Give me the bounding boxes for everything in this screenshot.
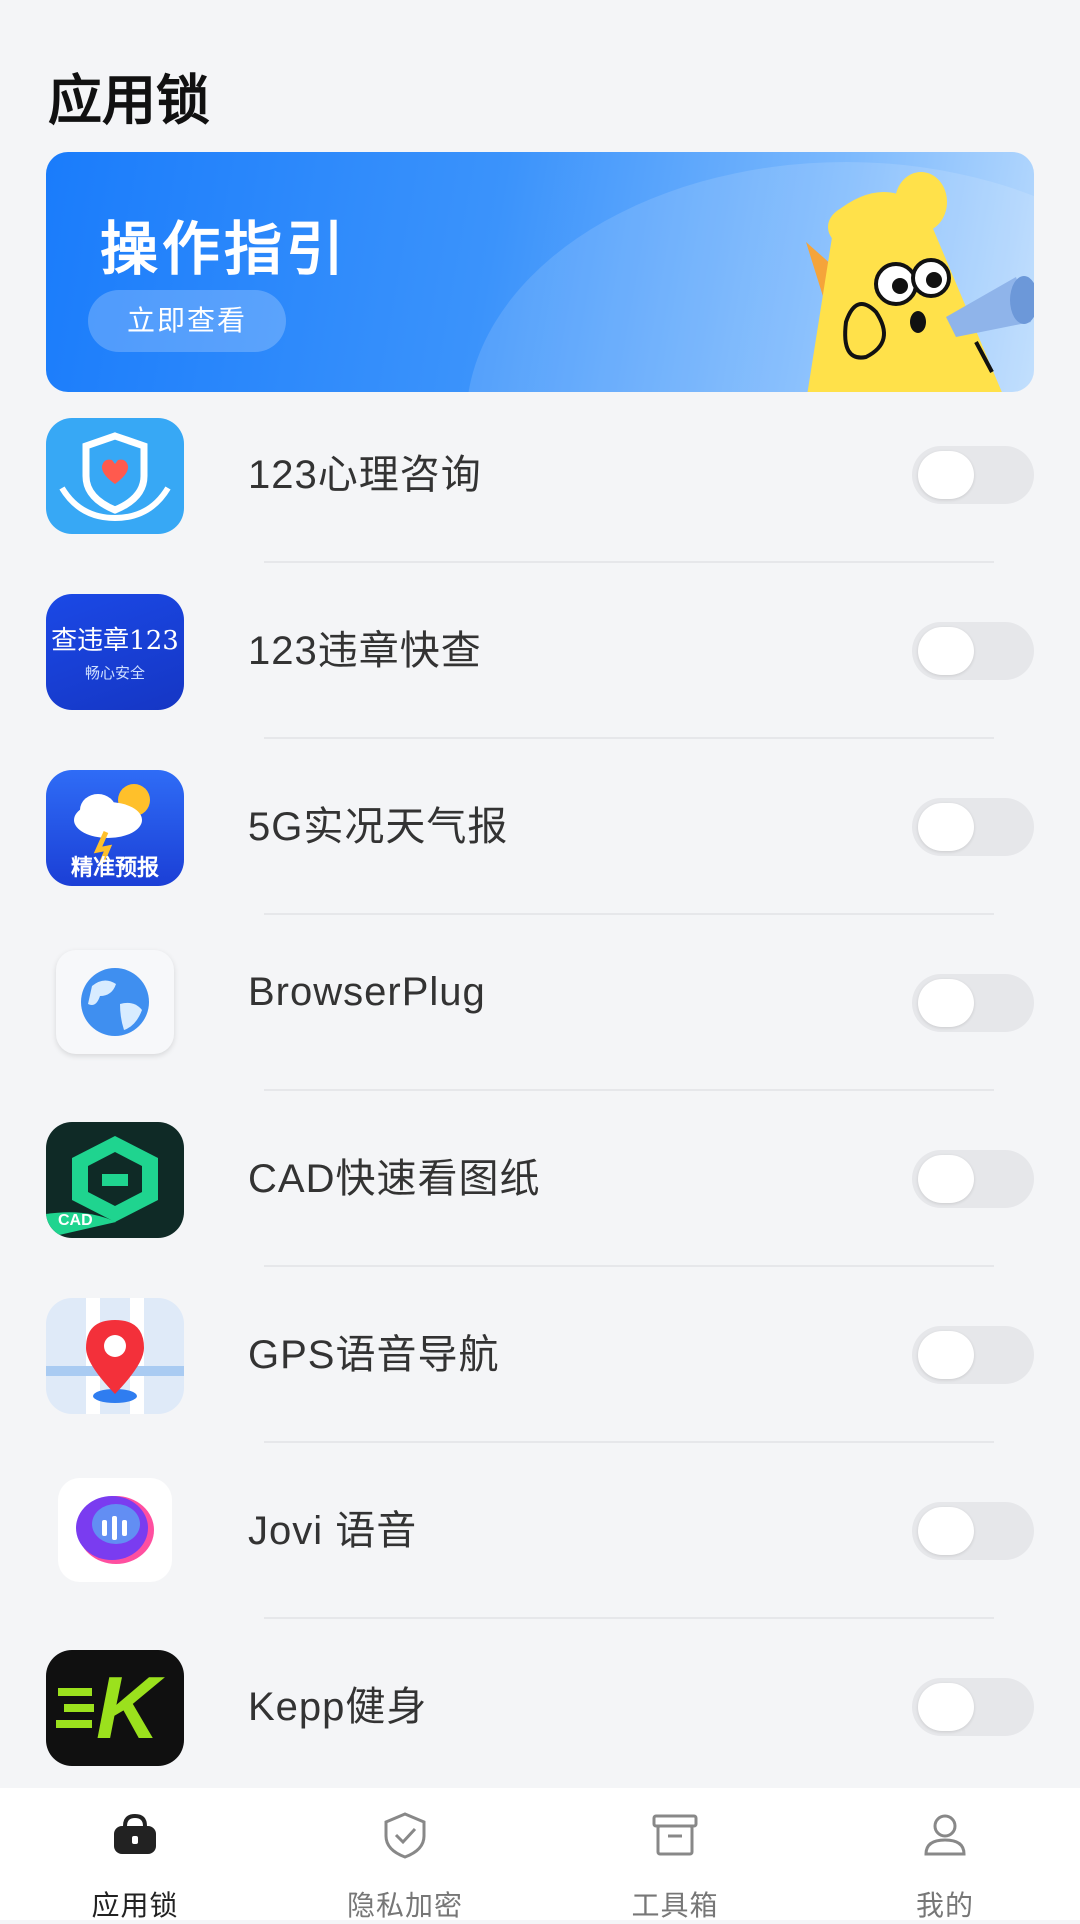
app-row[interactable]: GPS语音导航 bbox=[0, 1290, 1080, 1466]
nav-profile[interactable]: 我的 bbox=[810, 1788, 1080, 1921]
traffic-check-icon: 查违章123 畅心安全 bbox=[46, 594, 184, 710]
app-row[interactable]: 精准预报 5G实况天气报 bbox=[0, 762, 1080, 938]
lock-toggle[interactable] bbox=[912, 1150, 1034, 1208]
guide-banner[interactable]: 操作指引 立即查看 bbox=[46, 152, 1034, 392]
shield-check-icon bbox=[384, 1812, 426, 1859]
nav-label: 我的 bbox=[915, 1890, 974, 1921]
divider bbox=[264, 1441, 994, 1443]
toggle-knob bbox=[918, 451, 974, 499]
toggle-knob bbox=[918, 1683, 974, 1731]
divider bbox=[264, 1617, 994, 1619]
lock-toggle[interactable] bbox=[912, 798, 1034, 856]
toggle-knob bbox=[918, 1155, 974, 1203]
nav-label: 工具箱 bbox=[631, 1890, 719, 1921]
globe-icon bbox=[46, 946, 184, 1062]
divider bbox=[264, 1265, 994, 1267]
app-row[interactable]: Jovi 语音 bbox=[0, 1466, 1080, 1642]
icon-text: 查违章123 bbox=[51, 626, 179, 656]
divider bbox=[264, 1089, 994, 1091]
toggle-knob bbox=[918, 1507, 974, 1555]
lock-toggle[interactable] bbox=[912, 974, 1034, 1032]
nav-label: 应用锁 bbox=[91, 1890, 179, 1921]
app-row[interactable]: 查违章123 畅心安全 123违章快查 bbox=[0, 586, 1080, 762]
view-now-button[interactable]: 立即查看 bbox=[88, 290, 286, 352]
bottom-navigation: 应用锁 隐私加密 工具箱 我的 bbox=[0, 1788, 1080, 1921]
divider bbox=[264, 913, 994, 915]
nav-app-lock[interactable]: 应用锁 bbox=[0, 1788, 270, 1921]
app-name: 123心理咨询 bbox=[248, 453, 482, 497]
toggle-knob bbox=[918, 1331, 974, 1379]
nav-toolbox[interactable]: 工具箱 bbox=[540, 1788, 810, 1921]
divider bbox=[264, 737, 994, 739]
toolbox-icon bbox=[652, 1814, 698, 1856]
toggle-knob bbox=[918, 979, 974, 1027]
app-name: 5G实况天气报 bbox=[248, 805, 509, 849]
app-name: CAD快速看图纸 bbox=[248, 1157, 541, 1201]
map-pin-icon bbox=[46, 1298, 184, 1414]
weather-icon: 精准预报 bbox=[46, 770, 184, 886]
nav-privacy-encryption[interactable]: 隐私加密 bbox=[270, 1788, 540, 1921]
lock-toggle[interactable] bbox=[912, 622, 1034, 680]
toggle-knob bbox=[918, 627, 974, 675]
icon-subtext: 畅心安全 bbox=[84, 665, 145, 682]
toggle-knob bbox=[918, 803, 974, 851]
banner-title: 操作指引 bbox=[100, 215, 349, 283]
voice-assistant-icon bbox=[46, 1474, 184, 1590]
cad-icon: CAD bbox=[46, 1122, 184, 1238]
app-name: BrowserPlug bbox=[248, 970, 486, 1014]
lock-bag-icon bbox=[114, 1813, 156, 1854]
page-title: 应用锁 bbox=[48, 69, 210, 132]
mascot-megaphone-illustration bbox=[806, 172, 1034, 392]
profile-icon bbox=[924, 1814, 966, 1856]
fitness-k-icon: K bbox=[46, 1650, 184, 1766]
app-list: 123心理咨询 查违章123 畅心安全 123违章快查 精准预报 5G实况天气报 bbox=[0, 410, 1080, 1818]
divider bbox=[264, 561, 994, 563]
icon-text: CAD bbox=[58, 1212, 93, 1229]
icon-text: K bbox=[96, 1658, 160, 1757]
lock-toggle[interactable] bbox=[912, 1502, 1034, 1560]
lock-toggle[interactable] bbox=[912, 1678, 1034, 1736]
app-row[interactable]: CAD CAD快速看图纸 bbox=[0, 1114, 1080, 1290]
icon-text: 精准预报 bbox=[70, 855, 159, 880]
app-name: Jovi 语音 bbox=[248, 1509, 418, 1553]
app-row[interactable]: 123心理咨询 bbox=[0, 410, 1080, 586]
nav-label: 隐私加密 bbox=[346, 1890, 463, 1921]
app-row[interactable]: BrowserPlug bbox=[0, 938, 1080, 1114]
heart-shield-icon bbox=[46, 418, 184, 534]
app-name: GPS语音导航 bbox=[248, 1333, 500, 1377]
app-name: 123违章快查 bbox=[248, 629, 482, 673]
lock-toggle[interactable] bbox=[912, 446, 1034, 504]
app-name: Kepp健身 bbox=[248, 1685, 428, 1729]
lock-toggle[interactable] bbox=[912, 1326, 1034, 1384]
